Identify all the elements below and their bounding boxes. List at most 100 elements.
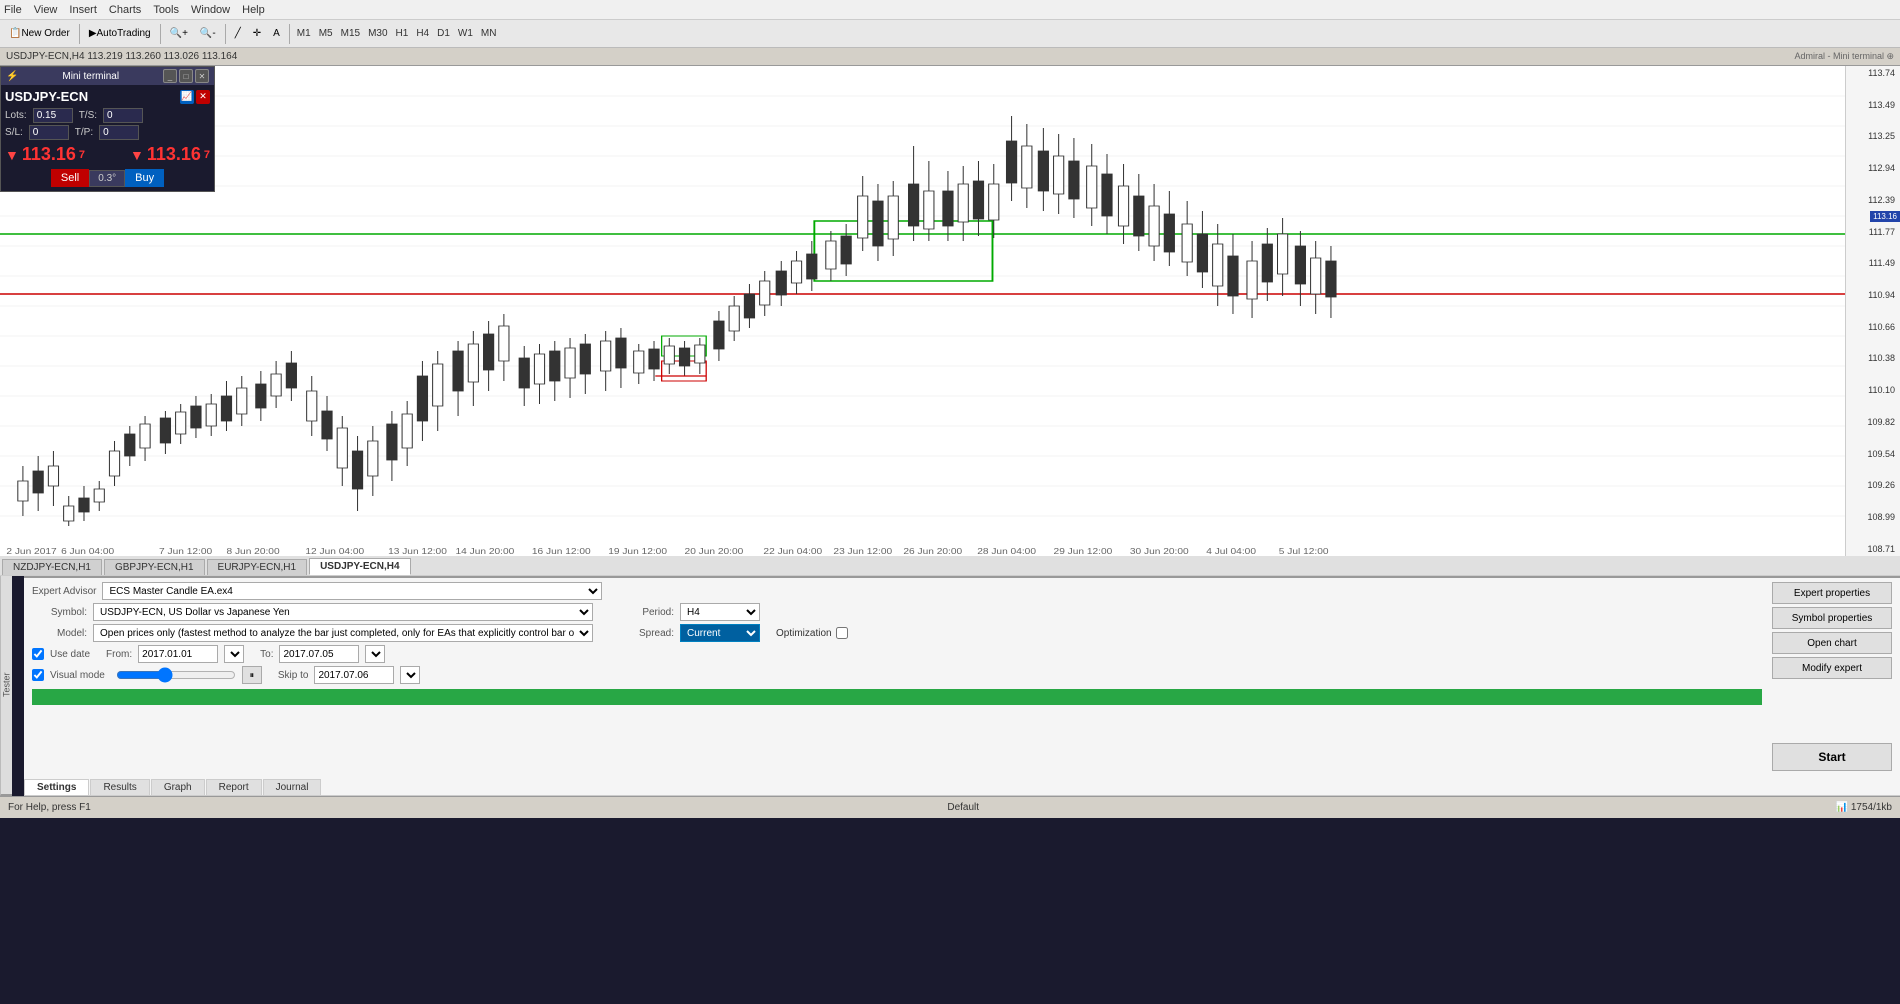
menu-view[interactable]: View bbox=[34, 4, 58, 16]
svg-text:8 Jun 20:00: 8 Jun 20:00 bbox=[226, 547, 279, 556]
visual-mode-label: Visual mode bbox=[50, 670, 105, 681]
from-date-input[interactable] bbox=[138, 645, 218, 663]
optimization-checkbox[interactable] bbox=[836, 627, 848, 639]
close-symbol-button[interactable]: ✕ bbox=[196, 90, 210, 104]
current-price-badge: 113.16 bbox=[1870, 211, 1900, 222]
sl-label: S/L: bbox=[5, 127, 23, 138]
main-area: 2 Jun 2017 6 Jun 04:00 7 Jun 12:00 8 Jun… bbox=[0, 66, 1900, 556]
status-bar-count: 1754/1kb bbox=[1851, 802, 1892, 813]
autotrading-button[interactable]: ▶ AutoTrading bbox=[84, 23, 156, 45]
close-button[interactable]: ✕ bbox=[195, 69, 209, 83]
menu-insert[interactable]: Insert bbox=[69, 4, 97, 16]
tab-usdjpy[interactable]: USDJPY-ECN,H4 bbox=[309, 558, 410, 575]
buy-button[interactable]: Buy bbox=[125, 169, 164, 187]
timeframe-mn[interactable]: MN bbox=[478, 28, 500, 39]
svg-text:28 Jun 04:00: 28 Jun 04:00 bbox=[977, 547, 1036, 556]
symbol-row: USDJPY-ECN 📈 ✕ bbox=[5, 89, 210, 104]
expert-properties-button[interactable]: Expert properties bbox=[1772, 582, 1892, 604]
price-label-15: 108.71 bbox=[1848, 544, 1898, 554]
spread-bar: Sell 0.3° Buy bbox=[5, 169, 210, 187]
spread-dropdown[interactable]: Current bbox=[680, 624, 760, 642]
mini-terminal-controls: _ □ ✕ bbox=[163, 69, 209, 83]
chart-container[interactable]: 2 Jun 2017 6 Jun 04:00 7 Jun 12:00 8 Jun… bbox=[0, 66, 1845, 556]
line-tool-button[interactable]: ╱ bbox=[230, 23, 246, 45]
ts-input[interactable] bbox=[103, 108, 143, 123]
timeframe-h4[interactable]: H4 bbox=[413, 28, 432, 39]
lots-input[interactable] bbox=[33, 108, 73, 123]
from-date-picker[interactable]: ▼ bbox=[224, 645, 244, 663]
start-button[interactable]: Start bbox=[1772, 743, 1892, 771]
tester-tab-report[interactable]: Report bbox=[206, 779, 262, 795]
menu-help[interactable]: Help bbox=[242, 4, 265, 16]
sell-button[interactable]: Sell bbox=[51, 169, 89, 187]
period-label: Period: bbox=[619, 607, 674, 618]
price-label-7: 110.94 bbox=[1848, 290, 1898, 300]
menu-charts[interactable]: Charts bbox=[109, 4, 141, 16]
tp-input[interactable] bbox=[99, 125, 139, 140]
tester-tab-journal[interactable]: Journal bbox=[263, 779, 322, 795]
dates-row: Use date From: ▼ To: ▼ bbox=[32, 645, 1892, 663]
modify-expert-button[interactable]: Modify expert bbox=[1772, 657, 1892, 679]
visual-speed-slider[interactable] bbox=[116, 667, 236, 683]
menu-bar: File View Insert Charts Tools Window Hel… bbox=[0, 0, 1900, 20]
tab-nzdjpy[interactable]: NZDJPY-ECN,H1 bbox=[2, 559, 102, 575]
tester-panel-wrapper: Tester Expert Advisor ECS Master Candle … bbox=[0, 576, 1900, 796]
chart-icon: 📊 bbox=[1836, 802, 1848, 813]
tester-tab-settings[interactable]: Settings bbox=[24, 779, 89, 795]
buy-price-small: 7 bbox=[204, 149, 210, 161]
skip-to-picker[interactable]: ▼ bbox=[400, 666, 420, 684]
to-date-input[interactable] bbox=[279, 645, 359, 663]
skip-to-input[interactable] bbox=[314, 666, 394, 684]
model-row: Model: Open prices only (fastest method … bbox=[32, 624, 1892, 642]
visual-mode-checkbox[interactable] bbox=[32, 669, 44, 681]
tester-side-label: Tester bbox=[0, 576, 12, 796]
new-order-button[interactable]: 📋 New Order bbox=[4, 23, 75, 45]
timeframe-m30[interactable]: M30 bbox=[365, 28, 390, 39]
price-label-14: 108.99 bbox=[1848, 512, 1898, 522]
tester-tab-graph[interactable]: Graph bbox=[151, 779, 205, 795]
price-label-11: 109.82 bbox=[1848, 417, 1898, 427]
down-arrow-icon-2: ▼ bbox=[130, 147, 144, 163]
period-dropdown[interactable]: H4 bbox=[680, 603, 760, 621]
open-chart-button[interactable]: Open chart bbox=[1772, 632, 1892, 654]
chart-button[interactable]: 📈 bbox=[180, 90, 194, 104]
menu-tools[interactable]: Tools bbox=[153, 4, 179, 16]
svg-text:26 Jun 20:00: 26 Jun 20:00 bbox=[903, 547, 962, 556]
crosshair-button[interactable]: ✛ bbox=[248, 23, 266, 45]
symbol-properties-button[interactable]: Symbol properties bbox=[1772, 607, 1892, 629]
use-date-checkbox[interactable] bbox=[32, 648, 44, 660]
menu-window[interactable]: Window bbox=[191, 4, 230, 16]
svg-text:14 Jun 20:00: 14 Jun 20:00 bbox=[456, 547, 515, 556]
pause-button[interactable]: ⏸ bbox=[242, 666, 262, 684]
timeframe-m5[interactable]: M5 bbox=[316, 28, 336, 39]
svg-text:30 Jun 20:00: 30 Jun 20:00 bbox=[1130, 547, 1189, 556]
sl-input[interactable] bbox=[29, 125, 69, 140]
svg-text:12 Jun 04:00: 12 Jun 04:00 bbox=[305, 547, 364, 556]
symbol-dropdown[interactable]: USDJPY-ECN, US Dollar vs Japanese Yen bbox=[93, 603, 593, 621]
text-button[interactable]: A bbox=[268, 23, 285, 45]
zoom-in-button[interactable]: 🔍+ bbox=[165, 23, 193, 45]
expert-dropdown[interactable]: ECS Master Candle EA.ex4 bbox=[102, 582, 602, 600]
tab-gbpjpy[interactable]: GBPJPY-ECN,H1 bbox=[104, 559, 205, 575]
menu-file[interactable]: File bbox=[4, 4, 22, 16]
timeframe-h1[interactable]: H1 bbox=[393, 28, 412, 39]
tab-eurjpy[interactable]: EURJPY-ECN,H1 bbox=[207, 559, 308, 575]
timeframe-d1[interactable]: D1 bbox=[434, 28, 453, 39]
lots-row: Lots: T/S: bbox=[5, 108, 210, 123]
minimize-button[interactable]: _ bbox=[163, 69, 177, 83]
chart-svg: 2 Jun 2017 6 Jun 04:00 7 Jun 12:00 8 Jun… bbox=[0, 66, 1845, 556]
timeframe-m1[interactable]: M1 bbox=[294, 28, 314, 39]
tester-tab-results[interactable]: Results bbox=[90, 779, 149, 795]
model-dropdown[interactable]: Open prices only (fastest method to anal… bbox=[93, 624, 593, 642]
maximize-button[interactable]: □ bbox=[179, 69, 193, 83]
mini-terminal-body: USDJPY-ECN 📈 ✕ Lots: T/S: S/L: T/P: bbox=[1, 85, 214, 191]
visual-row: Visual mode ⏸ Skip to ▼ bbox=[32, 666, 1892, 684]
price-label-6: 111.49 bbox=[1848, 258, 1898, 268]
status-bar: For Help, press F1 Default 📊 1754/1kb bbox=[0, 796, 1900, 818]
zoom-out-button[interactable]: 🔍- bbox=[195, 23, 221, 45]
timeframe-w1[interactable]: W1 bbox=[455, 28, 476, 39]
spread-label: Spread: bbox=[619, 628, 674, 639]
to-date-picker[interactable]: ▼ bbox=[365, 645, 385, 663]
svg-text:4 Jul 04:00: 4 Jul 04:00 bbox=[1206, 547, 1256, 556]
timeframe-m15[interactable]: M15 bbox=[338, 28, 363, 39]
